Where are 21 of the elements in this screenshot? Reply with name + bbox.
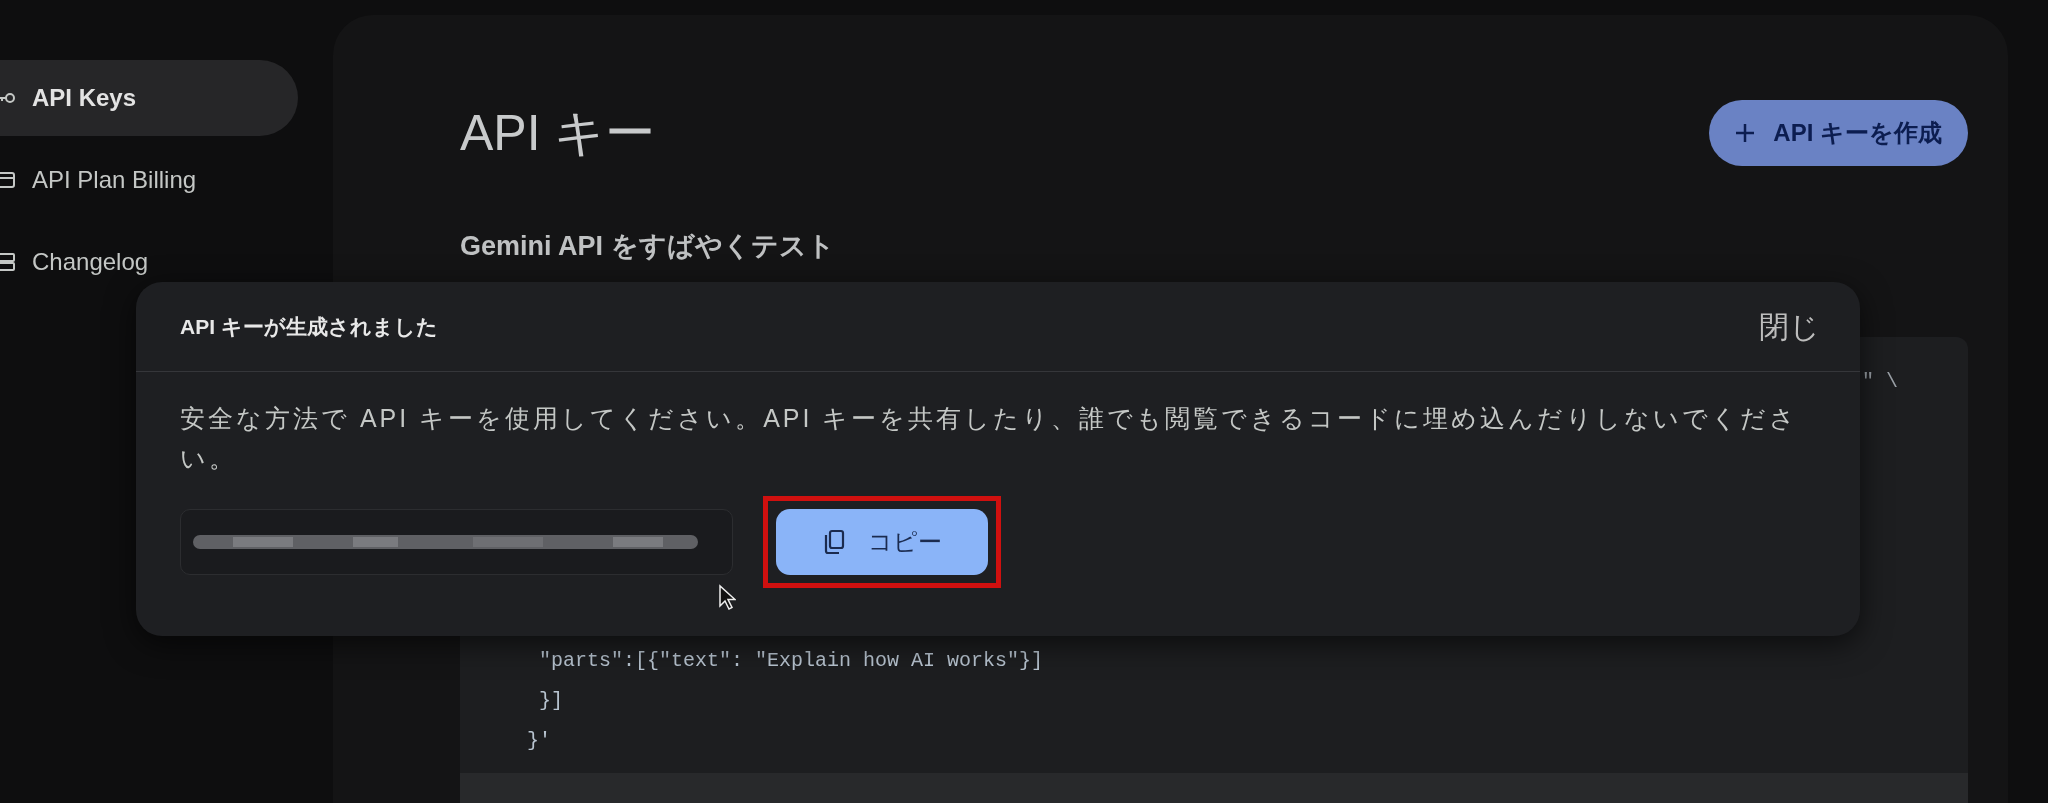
api-key-field[interactable] [180,509,733,575]
sidebar-item[interactable]: API Keys [0,60,298,136]
copy-icon [822,529,846,555]
dialog-title: API キーが生成されました [180,313,438,340]
code-line: }' [526,727,552,754]
sidebar-item[interactable]: Changelog [0,224,298,300]
code-line: "parts":[{"text": "Explain how AI works"}] [538,647,1045,674]
code-line: }] [538,687,564,714]
mouse-cursor-icon [718,584,736,610]
key-icon [0,91,16,105]
close-button[interactable]: 閉じ [1759,304,1820,349]
section-title: Gemini API をすばやくテスト [460,230,836,263]
dialog-message: 安全な方法で API キーを使用してください。API キーを共有したり、誰でも閲覧できるコードに埋め込んだりしないでください。 [180,403,1800,474]
page-title: API キー [460,108,656,158]
sidebar-item[interactable]: API Plan Billing [0,142,298,218]
code-fragment: " \ [1862,368,1898,395]
copy-button[interactable]: コピー [776,509,988,575]
plus-icon [1735,123,1756,143]
card-icon [0,171,16,189]
list-icon [0,252,16,272]
create-key-button[interactable]: API キーを作成 [1709,100,1968,166]
